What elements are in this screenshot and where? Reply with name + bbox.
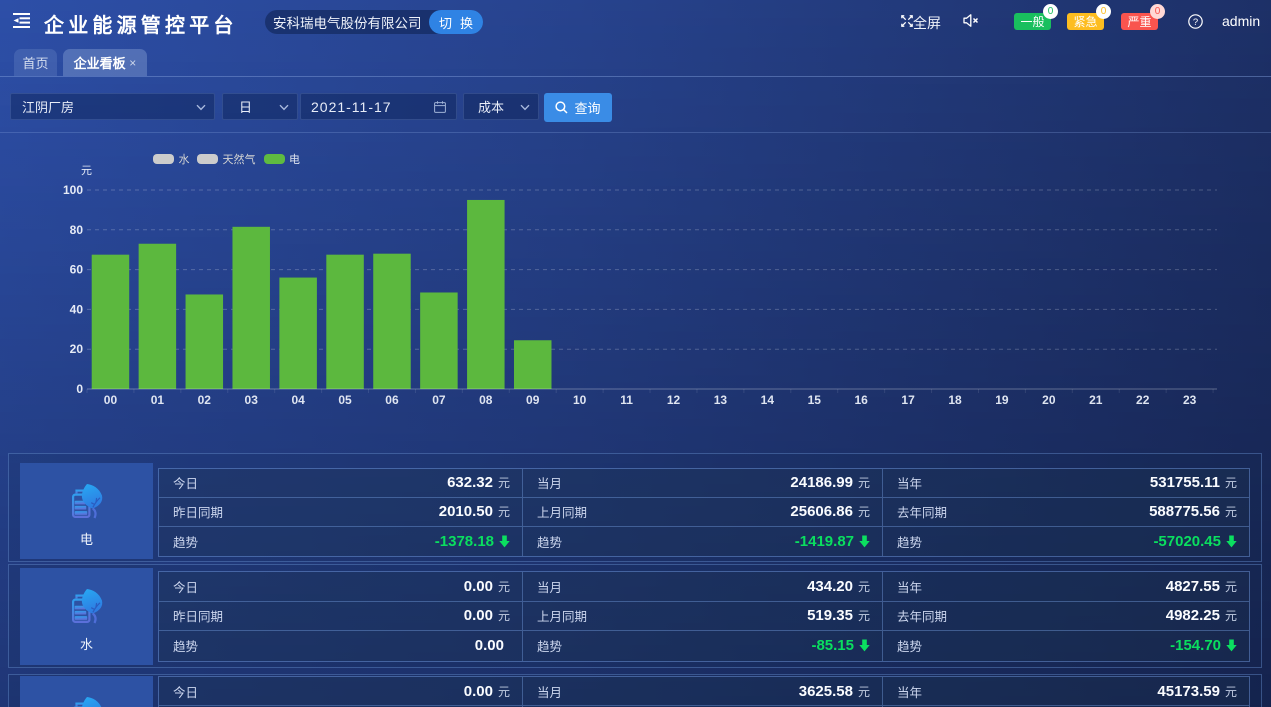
svg-text:40: 40 <box>70 302 84 316</box>
svg-text:07: 07 <box>432 393 446 407</box>
svg-text:20: 20 <box>1042 393 1056 407</box>
svg-text:06: 06 <box>385 393 399 407</box>
svg-text:?: ? <box>1193 17 1198 28</box>
svg-text:02: 02 <box>198 393 212 407</box>
svg-text:05: 05 <box>338 393 352 407</box>
svg-text:15: 15 <box>808 393 822 407</box>
svg-text:18: 18 <box>948 393 962 407</box>
svg-text:20: 20 <box>70 342 84 356</box>
svg-text:03: 03 <box>245 393 259 407</box>
svg-text:22: 22 <box>1136 393 1150 407</box>
svg-text:23: 23 <box>1183 393 1197 407</box>
svg-text:08: 08 <box>479 393 493 407</box>
svg-text:21: 21 <box>1089 393 1103 407</box>
svg-text:0: 0 <box>76 382 83 396</box>
svg-text:17: 17 <box>901 393 915 407</box>
svg-text:04: 04 <box>291 393 305 407</box>
svg-text:16: 16 <box>855 393 869 407</box>
svg-text:09: 09 <box>526 393 540 407</box>
svg-text:19: 19 <box>995 393 1009 407</box>
svg-text:01: 01 <box>151 393 165 407</box>
svg-text:14: 14 <box>761 393 775 407</box>
svg-text:12: 12 <box>667 393 681 407</box>
svg-text:11: 11 <box>620 393 633 407</box>
svg-text:100: 100 <box>63 183 83 197</box>
svg-text:10: 10 <box>573 393 587 407</box>
svg-text:60: 60 <box>70 263 84 277</box>
svg-text:80: 80 <box>70 223 84 237</box>
svg-text:13: 13 <box>714 393 728 407</box>
svg-text:00: 00 <box>104 393 118 407</box>
